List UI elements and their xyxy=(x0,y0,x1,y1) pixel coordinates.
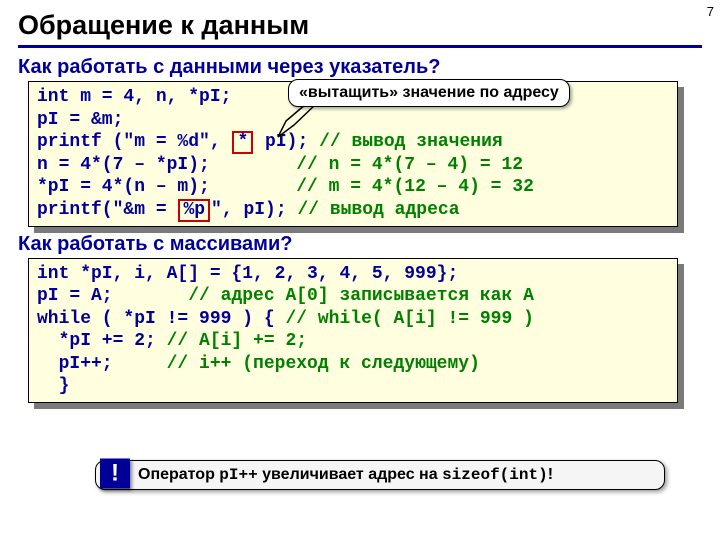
c1-l3c: // вывод значения xyxy=(319,132,503,152)
note-m2: sizeof(int) xyxy=(442,466,548,484)
note-t2: увеличивает адрес на xyxy=(258,466,442,483)
c2-l5a: pI++; xyxy=(37,354,167,374)
code-block-2-wrap: int *pI, i, A[] = {1, 2, 3, 4, 5, 999}; … xyxy=(28,258,678,403)
c2-l2b: // адрес A[0] записывается как A xyxy=(188,286,534,306)
exclamation-icon: ! xyxy=(100,459,130,489)
c1-l5b: // m = 4*(12 – 4) = 32 xyxy=(296,177,534,197)
c2-l2a: pI = A; xyxy=(37,286,188,306)
c1-l4b: // n = 4*(7 – 4) = 12 xyxy=(296,155,523,175)
c2-l1: int *pI, i, A[] = {1, 2, 3, 4, 5, 999}; xyxy=(37,264,458,284)
code-block-1-wrap: int m = 4, n, *pI; pI = &m; printf ("m =… xyxy=(28,81,678,227)
title-rule xyxy=(18,45,702,48)
c2-l3a: while ( *pI != 999 ) { xyxy=(37,309,285,329)
c2-l4a: *pI += 2; xyxy=(37,331,167,351)
c1-l6a: printf("&m = xyxy=(37,200,177,220)
c2-l4b: // A[i] += 2; xyxy=(167,331,307,351)
page-number: 7 xyxy=(707,4,714,19)
highlight-percent-p: %p xyxy=(178,199,210,222)
c1-l6b: ", pI); xyxy=(211,200,297,220)
note-box: ! Оператор pI++ увеличивает адрес на siz… xyxy=(95,460,665,490)
slide-title: Обращение к данным xyxy=(18,10,702,41)
note-t1: Оператор xyxy=(138,466,219,483)
c1-l4a: n = 4*(7 – *pI); xyxy=(37,155,296,175)
c1-l6c: // вывод адреса xyxy=(297,200,459,220)
note-wrap: ! Оператор pI++ увеличивает адрес на siz… xyxy=(95,460,665,490)
highlight-star: * xyxy=(232,131,253,154)
subheading-2: Как работать с массивами? xyxy=(18,233,702,256)
callout-tail-icon xyxy=(276,101,336,141)
c2-l5b: // i++ (переход к следующему) xyxy=(167,354,480,374)
c1-l5a: *pI = 4*(n – m); xyxy=(37,177,296,197)
c1-l1: int m = 4, n, *pI; xyxy=(37,87,231,107)
c1-l3a: printf ("m = %d", xyxy=(37,132,231,152)
callout-extract-value: «вытащить» значение по адресу xyxy=(288,79,570,107)
c2-l6: } xyxy=(37,376,69,396)
note-m1: pI++ xyxy=(219,466,257,484)
c2-l3b: // while( A[i] != 999 ) xyxy=(285,309,533,329)
c1-l2: pI = &m; xyxy=(37,110,123,130)
note-t3: ! xyxy=(548,466,553,483)
code-block-2: int *pI, i, A[] = {1, 2, 3, 4, 5, 999}; … xyxy=(28,258,678,403)
subheading-1: Как работать с данными через указатель? xyxy=(18,56,702,79)
